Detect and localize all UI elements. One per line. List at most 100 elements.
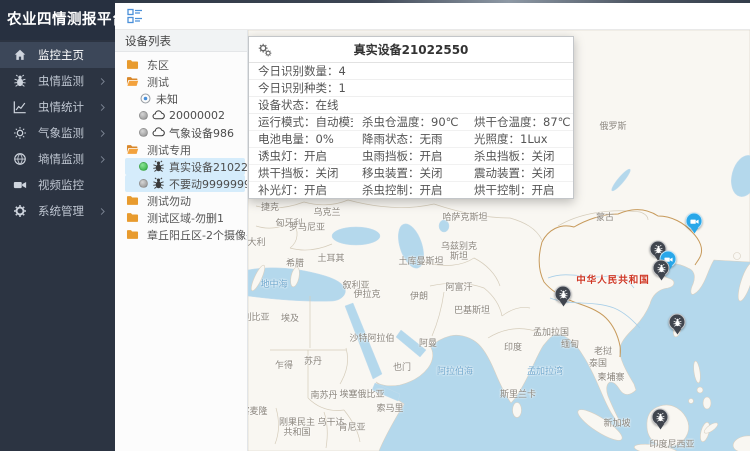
sidebar-item-label: 视频监控 <box>38 177 107 193</box>
tree-folder[interactable]: 测试 <box>115 73 247 90</box>
device-info-popup: 真实设备21022550 今日识别数量：4今日识别种类：1 设备状态：在线 运行… <box>248 36 574 199</box>
bug-icon <box>558 289 568 299</box>
popup-summary: 今日识别数量：4今日识别种类：1 <box>249 63 573 97</box>
layout-list-icon <box>127 8 143 24</box>
tree-label: 气象设备986 <box>169 125 234 141</box>
folderOpen-icon <box>126 75 139 88</box>
tree-label: 真实设备21022550 <box>169 159 248 175</box>
bug-icon <box>655 412 665 422</box>
bug-icon <box>656 263 666 273</box>
marker-tail <box>657 275 665 285</box>
bug-marker[interactable] <box>653 260 670 285</box>
sun-icon <box>13 126 27 140</box>
bug-icon <box>13 74 27 88</box>
chevron-icon <box>98 77 107 86</box>
home-icon <box>13 48 27 62</box>
sidebar-menu: 监控主页虫情监测虫情统计气象监测墒情监测视频监控系统管理 <box>0 40 115 224</box>
tree-device[interactable]: 不要动99999999 <box>125 175 245 192</box>
tree-device[interactable]: 未知 <box>115 90 247 107</box>
folder-closed-icon <box>126 194 139 207</box>
device-status-row: 设备状态：在线 <box>249 97 573 114</box>
detail-cell: 震动装置：关闭 <box>465 165 573 182</box>
chevron-icon <box>98 207 107 216</box>
status-dot-offline <box>139 111 148 120</box>
detail-cell: 烘干挡板：关闭 <box>249 165 353 182</box>
device-tree: 东区测试未知 20000002 气象设备986测试专用真实设备21022550不要动… <box>115 52 247 243</box>
sidebar-item-weather-monitor[interactable]: 气象监测 <box>0 120 115 146</box>
sidebar-item-label: 系统管理 <box>38 203 98 219</box>
sidebar-item-label: 虫情监测 <box>38 73 98 89</box>
bug-marker[interactable] <box>669 314 686 339</box>
folderOpen-icon <box>126 143 139 156</box>
video-icon <box>13 178 27 192</box>
tree-device[interactable]: 20000002 <box>115 107 247 124</box>
cloud-icon <box>152 109 165 122</box>
globe-icon <box>13 152 27 166</box>
sidebar-item-system[interactable]: 系统管理 <box>0 198 115 224</box>
detail-cell: 烘干仓温度：87℃ <box>465 114 573 131</box>
folder-closed-icon <box>126 58 139 71</box>
tree-folder[interactable]: 测试专用 <box>115 141 247 158</box>
cloud-icon <box>152 109 165 122</box>
bug-icon <box>152 160 165 173</box>
sidebar-item-insect-stats[interactable]: 虫情统计 <box>0 94 115 120</box>
tree-folder[interactable]: 测试勿动 <box>115 192 247 209</box>
tree-device[interactable]: 真实设备21022550 <box>125 158 245 175</box>
popup-title: 真实设备21022550 <box>354 41 469 58</box>
bug-marker[interactable] <box>652 409 669 434</box>
gear-icon <box>13 204 27 218</box>
chevron-right-icon <box>98 207 107 216</box>
main-area: 设备列表 东区测试未知20000002气象设备986测试专用真实设备210225… <box>115 0 750 451</box>
marker-tail <box>656 424 664 434</box>
target-icon <box>139 92 152 105</box>
cloud-icon <box>152 126 165 139</box>
app-title: 农业四情测报平台 <box>0 0 115 40</box>
tree-label: 未知 <box>156 91 178 107</box>
chevron-icon <box>98 129 107 138</box>
gears-icon <box>258 43 272 57</box>
cloud-icon <box>152 126 165 139</box>
tree-label: 测试区域-勿删1 <box>147 210 224 226</box>
chevron-right-icon <box>98 77 107 86</box>
chevron-right-icon <box>98 155 107 164</box>
tree-label: 20000002 <box>169 109 225 122</box>
detail-cell: 运行模式：自动模式 <box>249 114 353 131</box>
panel-toggle-icon[interactable] <box>127 8 143 24</box>
sidebar-item-label: 虫情统计 <box>38 99 98 115</box>
tree-label: 测试 <box>147 74 169 90</box>
device-list-panel: 设备列表 东区测试未知20000002气象设备986测试专用真实设备210225… <box>115 30 248 451</box>
detail-cell: 补光灯：开启 <box>249 182 353 199</box>
detail-cell: 杀虫挡板：关闭 <box>465 148 573 165</box>
sidebar-item-video-monitor[interactable]: 视频监控 <box>0 172 115 198</box>
chart-icon <box>13 100 27 114</box>
content-row: 设备列表 东区测试未知20000002气象设备986测试专用真实设备210225… <box>115 30 750 451</box>
tree-device[interactable]: 气象设备986 <box>115 124 247 141</box>
sun-icon <box>13 126 27 140</box>
sidebar-item-soil-monitor[interactable]: 墒情监测 <box>0 146 115 172</box>
bug-icon <box>152 160 165 173</box>
sidebar-item-home[interactable]: 监控主页 <box>0 42 115 68</box>
sidebar-item-label: 墒情监测 <box>38 151 98 167</box>
chevron-right-icon <box>98 103 107 112</box>
sidebar-item-insect-monitor[interactable]: 虫情监测 <box>0 68 115 94</box>
folder-closed-icon <box>126 228 139 241</box>
folderClosed-icon <box>126 194 139 207</box>
tree-label: 章丘阳丘区-2个摄像头 <box>147 227 248 243</box>
device-settings-icon[interactable] <box>258 43 272 57</box>
tree-folder[interactable]: 东区 <box>115 56 247 73</box>
sidebar-item-label: 气象监测 <box>38 125 98 141</box>
detail-cell: 降雨状态：无雨 <box>353 131 465 148</box>
tree-folder[interactable]: 章丘阳丘区-2个摄像头 <box>115 226 247 243</box>
status-dot-online <box>139 162 148 171</box>
bug-icon <box>672 317 682 327</box>
topbar <box>115 3 750 30</box>
bug-marker[interactable] <box>555 286 572 311</box>
detail-cell: 杀虫仓温度：90℃ <box>353 114 465 131</box>
map[interactable]: 俄罗斯蒙古中华人民共和国哈萨克斯坦乌兹别克 斯坦土库曼斯坦阿富汗伊朗巴基斯坦捷克… <box>248 30 750 451</box>
sidebar-item-label: 监控主页 <box>38 47 107 63</box>
popup-summary-row: 今日识别种类：1 <box>249 80 573 97</box>
marker-tail <box>559 301 567 311</box>
folder-closed-icon <box>126 211 139 224</box>
camera-marker[interactable] <box>686 213 703 238</box>
tree-folder[interactable]: 测试区域-勿删1 <box>115 209 247 226</box>
